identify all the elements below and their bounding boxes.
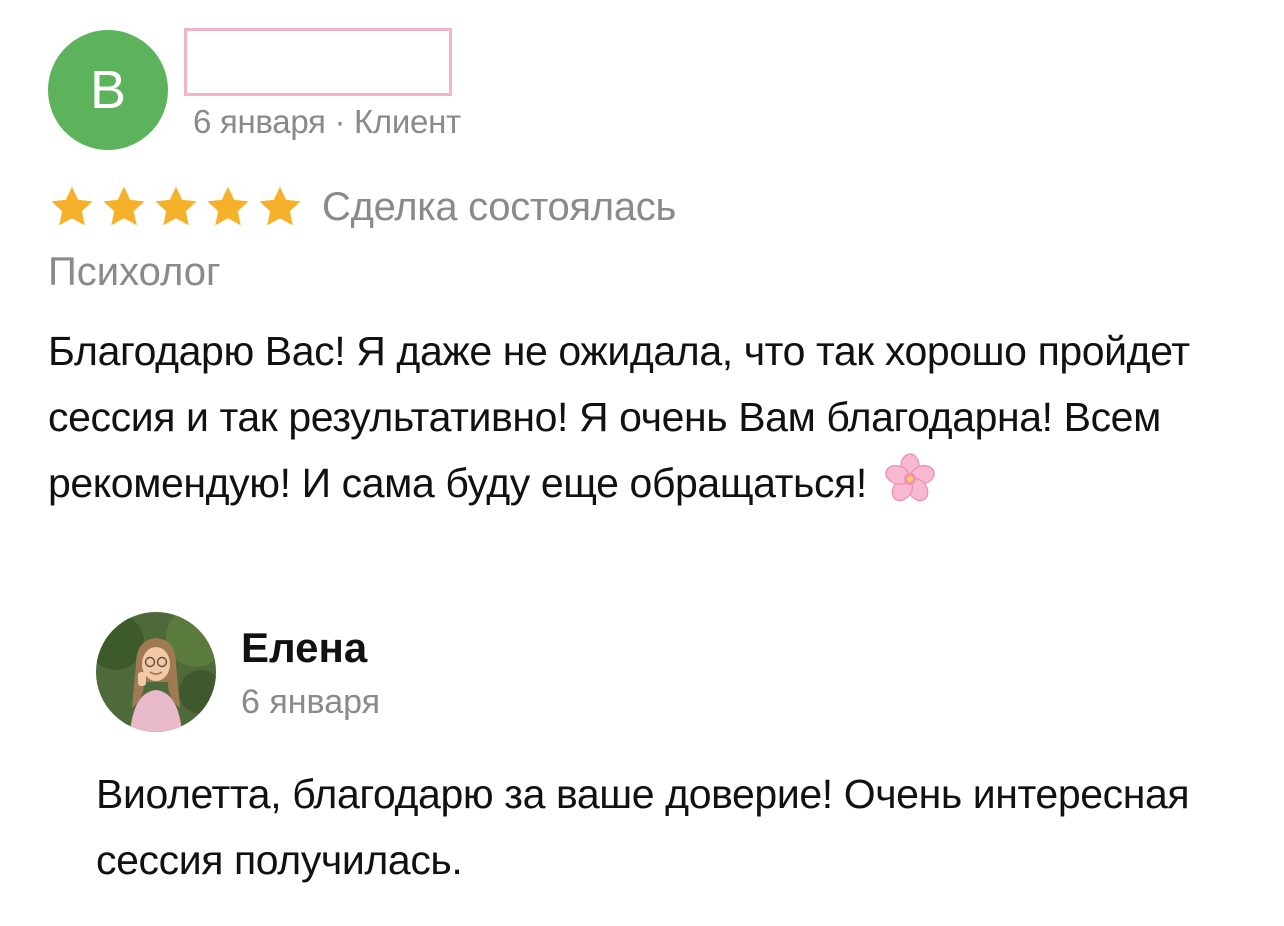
star-icon: [152, 183, 200, 231]
star-icon: [48, 183, 96, 231]
service-category: Психолог: [48, 250, 221, 294]
rating-row: Сделка состоялась: [48, 182, 676, 232]
star-rating: [48, 183, 304, 231]
cherry-blossom-icon: [882, 451, 938, 507]
review-meta: 6 января · Клиент: [193, 103, 461, 140]
review-text-block: Благодарю Вас! Я даже не ожидала, что та…: [48, 318, 1228, 516]
reviewer-avatar: В: [48, 30, 168, 150]
star-icon: [256, 183, 304, 231]
deal-status: Сделка состоялась: [322, 184, 677, 229]
reviewer-name-redacted: [184, 28, 452, 96]
review-card: В 6 января · Клиент Сделка состоялась Пс…: [0, 0, 1284, 926]
review-text: Благодарю Вас! Я даже не ожидала, что та…: [48, 328, 1190, 506]
replier-avatar-photo: [96, 612, 216, 732]
reply-date: 6 января: [241, 683, 381, 721]
star-icon: [100, 183, 148, 231]
star-icon: [204, 183, 252, 231]
reply-text: Виолетта, благодарю за ваше доверие! Оче…: [96, 771, 1190, 883]
replier-name: Елена: [241, 624, 368, 671]
